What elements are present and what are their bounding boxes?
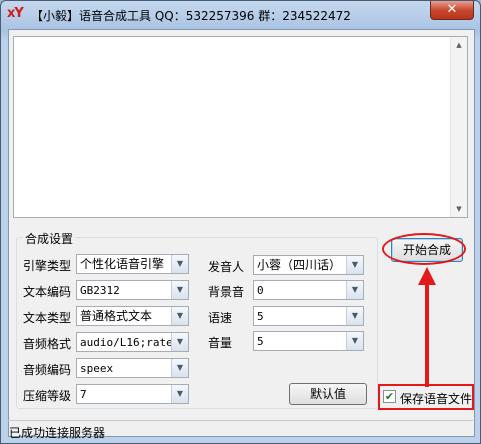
bg-sound-value: 0: [257, 284, 264, 297]
text-type-value: 普通格式文本: [80, 309, 153, 323]
close-button[interactable]: ✕: [430, 1, 474, 20]
text-type-label: 文本类型: [23, 311, 72, 325]
window-title: 【小毅】语音合成工具 QQ：532257396 群：234522472: [31, 9, 351, 23]
compress-label: 压缩等级: [23, 389, 72, 403]
engine-value: 个性化语音引擎: [80, 257, 165, 271]
text-input-area[interactable]: ▲ ▼: [13, 36, 468, 218]
volume-select[interactable]: 5 ▼: [253, 331, 364, 351]
volume-label: 音量: [208, 336, 233, 350]
chevron-down-icon: ▼: [346, 307, 363, 325]
vertical-scrollbar[interactable]: ▲ ▼: [450, 37, 467, 217]
chevron-down-icon: ▼: [171, 255, 188, 273]
annotation-ellipse: [382, 233, 466, 265]
chevron-down-icon: ▼: [171, 333, 188, 351]
status-text: 已成功连接服务器: [9, 426, 106, 440]
annotation-arrow-shaft: [425, 281, 429, 387]
speaker-value: 小蓉（四川话）: [257, 258, 342, 272]
chevron-down-icon: ▼: [346, 281, 363, 299]
speaker-label: 发音人: [208, 260, 245, 274]
audio-codec-value: speex: [80, 362, 114, 375]
encoding-select[interactable]: GB2312 ▼: [76, 280, 189, 300]
speed-select[interactable]: 5 ▼: [253, 306, 364, 326]
save-audio-label[interactable]: 保存语音文件: [400, 390, 472, 407]
chevron-down-icon: ▼: [171, 281, 188, 299]
compress-value: 7: [80, 388, 87, 401]
bg-sound-label: 背景音: [208, 285, 245, 299]
speaker-select[interactable]: 小蓉（四川话） ▼: [253, 255, 364, 275]
volume-value: 5: [257, 335, 264, 348]
compress-select[interactable]: 7 ▼: [76, 384, 189, 404]
app-window: xY 【小毅】语音合成工具 QQ：532257396 群：234522472 ✕…: [0, 0, 481, 444]
default-button[interactable]: 默认值: [289, 383, 367, 405]
engine-select[interactable]: 个性化语音引擎 ▼: [76, 254, 189, 274]
scroll-up-icon[interactable]: ▲: [451, 37, 467, 53]
settings-group-title: 合成设置: [23, 230, 76, 247]
speed-label: 语速: [208, 311, 233, 325]
audio-codec-select[interactable]: speex ▼: [76, 358, 189, 378]
title-bar: xY 【小毅】语音合成工具 QQ：532257396 群：234522472 ✕: [1, 1, 480, 29]
save-audio-checkbox[interactable]: ✔: [383, 390, 396, 403]
audio-codec-label: 音频编码: [23, 363, 72, 377]
text-type-select[interactable]: 普通格式文本 ▼: [76, 306, 189, 326]
bg-sound-select[interactable]: 0 ▼: [253, 280, 364, 300]
chevron-down-icon: ▼: [171, 307, 188, 325]
engine-label: 引擎类型: [23, 259, 72, 273]
xy-logo-icon: xY: [7, 6, 24, 21]
encoding-value: GB2312: [80, 284, 120, 297]
encoding-label: 文本编码: [23, 285, 72, 299]
audio-format-select[interactable]: audio/L16;rate= ▼: [76, 332, 189, 352]
chevron-down-icon: ▼: [346, 256, 363, 274]
scroll-down-icon[interactable]: ▼: [451, 201, 467, 217]
audio-format-value: audio/L16;rate=: [80, 336, 180, 349]
checkmark-icon: ✔: [384, 390, 395, 403]
audio-format-label: 音频格式: [23, 337, 72, 351]
speed-value: 5: [257, 310, 264, 323]
chevron-down-icon: ▼: [171, 359, 188, 377]
chevron-down-icon: ▼: [346, 332, 363, 350]
statusbar-divider: [8, 420, 473, 421]
chevron-down-icon: ▼: [171, 385, 188, 403]
